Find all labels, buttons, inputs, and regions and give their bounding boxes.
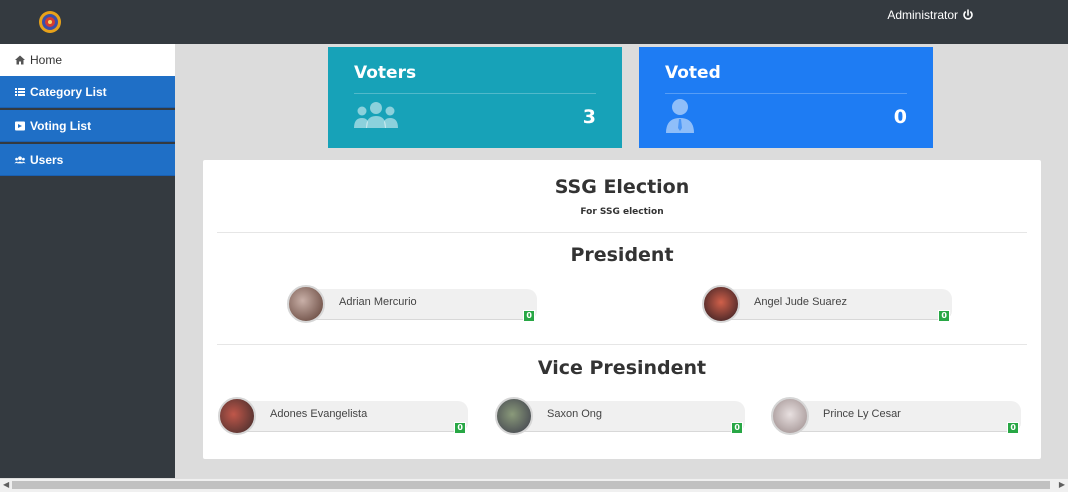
user-menu[interactable]: Administrator [887, 8, 974, 22]
vote-count-badge: 0 [731, 422, 743, 434]
candidate-card[interactable]: Adrian Mercurio 0 [287, 285, 537, 323]
vote-count-badge: 0 [1007, 422, 1019, 434]
candidate-avatar [287, 285, 325, 323]
candidate-card[interactable]: Prince Ly Cesar 0 [771, 397, 1021, 435]
home-icon [15, 55, 25, 65]
sidebar-item-voting-list[interactable]: Voting List [0, 110, 175, 142]
election-panel: SSG Election For SSG election President … [203, 160, 1041, 459]
candidate-name: Adrian Mercurio [339, 296, 417, 308]
candidate-card[interactable]: Adones Evangelista 0 [218, 397, 468, 435]
sidebar-item-users[interactable]: Users [0, 144, 175, 176]
voted-card: Voted 0 [639, 47, 933, 148]
candidate-name: Prince Ly Cesar [823, 408, 901, 420]
candidate-avatar [702, 285, 740, 323]
vote-count-badge: 0 [454, 422, 466, 434]
voters-card: Voters 3 [328, 47, 622, 148]
scroll-right-icon[interactable]: ▶ [1059, 480, 1065, 489]
voted-count: 0 [893, 106, 907, 128]
user-tie-icon [666, 99, 694, 133]
card-divider [354, 93, 596, 94]
candidate-name: Angel Jude Suarez [754, 296, 847, 308]
voted-card-title: Voted [665, 63, 721, 83]
election-description: For SSG election [580, 207, 664, 217]
election-title: SSG Election [554, 176, 690, 198]
voters-count: 3 [582, 106, 596, 128]
sidebar-item-label: Users [30, 152, 64, 167]
vote-count-badge: 0 [523, 310, 535, 322]
divider [217, 344, 1027, 345]
school-logo-icon [39, 11, 61, 33]
sidebar-item-label: Home [30, 53, 63, 67]
sidebar-item-label: Voting List [30, 118, 92, 133]
sidebar: Home Category List Voting List Users [0, 44, 175, 478]
position-title: Vice Presindent [537, 357, 707, 379]
main-content: Voters 3 Voted 0 SSG Election For SSG el… [175, 44, 1068, 478]
vote-count-badge: 0 [938, 310, 950, 322]
scrollbar-thumb[interactable] [12, 481, 1050, 489]
candidate-name: Adones Evangelista [270, 408, 368, 420]
candidate-card[interactable]: Saxon Ong 0 [495, 397, 745, 435]
candidate-avatar [218, 397, 256, 435]
scroll-left-icon[interactable]: ◀ [3, 480, 9, 489]
candidate-avatar [495, 397, 533, 435]
divider [217, 232, 1027, 233]
ballot-icon [15, 121, 25, 130]
horizontal-scrollbar[interactable]: ◀ ▶ [0, 478, 1068, 492]
list-icon [15, 87, 25, 96]
sidebar-item-home[interactable]: Home [0, 44, 175, 76]
users-icon [354, 102, 398, 128]
candidate-card[interactable]: Angel Jude Suarez 0 [702, 285, 952, 323]
sidebar-item-category-list[interactable]: Category List [0, 76, 175, 108]
position-title: President [570, 244, 674, 266]
candidate-avatar [771, 397, 809, 435]
users-icon [14, 155, 26, 163]
power-icon[interactable] [962, 9, 974, 21]
voters-card-title: Voters [354, 63, 417, 83]
user-name: Administrator [887, 8, 958, 22]
candidate-name: Saxon Ong [547, 408, 603, 420]
top-navbar: Administrator [0, 0, 1068, 44]
card-divider [665, 93, 907, 94]
sidebar-item-label: Category List [30, 84, 107, 99]
